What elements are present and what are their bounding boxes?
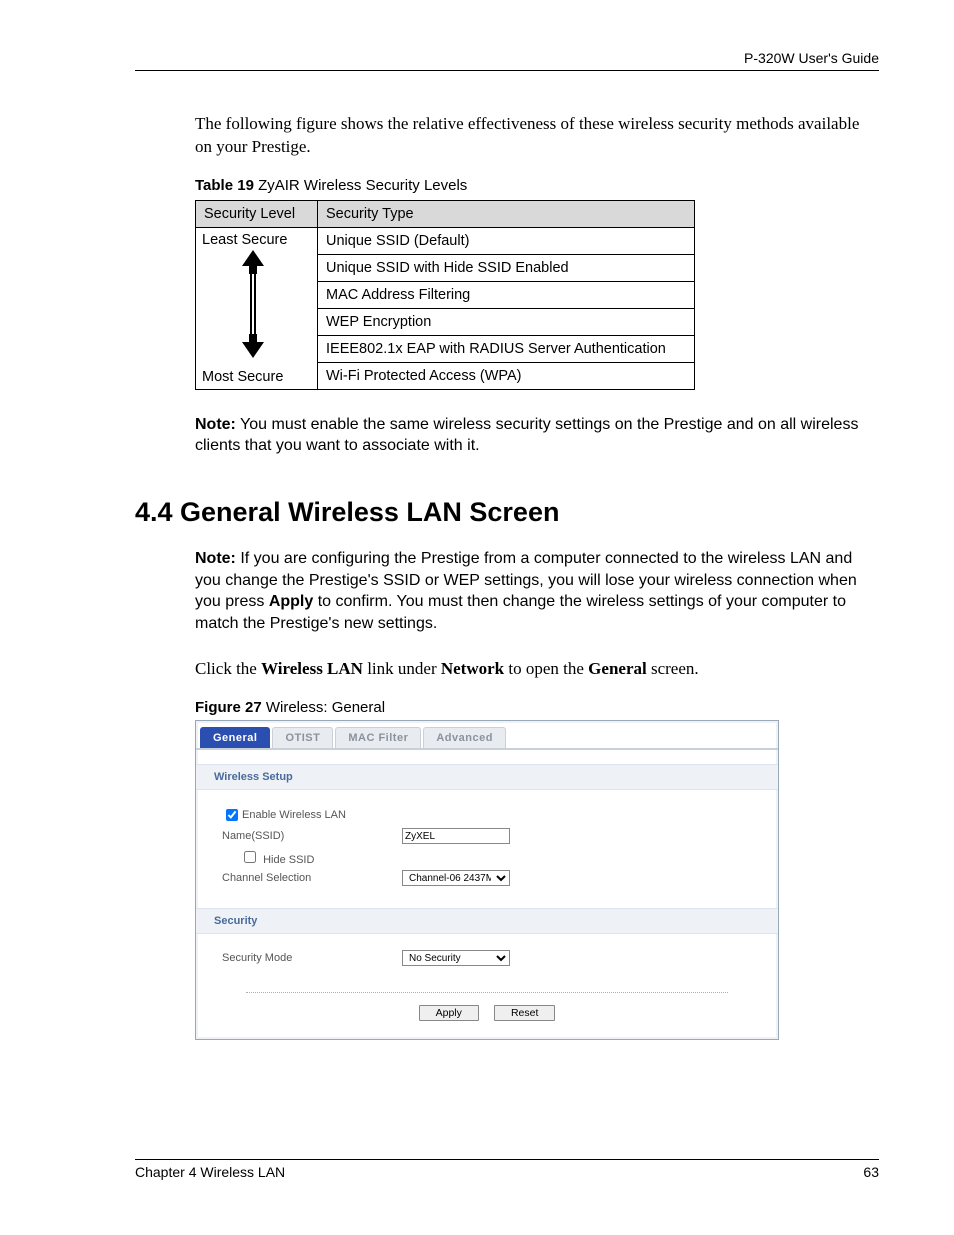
security-mode-label: Security Mode: [222, 952, 402, 964]
tab-general[interactable]: General: [200, 727, 270, 748]
note1-text: You must enable the same wireless securi…: [195, 416, 858, 455]
col-security-level: Security Level: [196, 200, 318, 227]
hide-ssid-checkbox[interactable]: [244, 851, 256, 863]
click-instruction: Click the Wireless LAN link under Networ…: [195, 658, 879, 681]
wireless-setup-header: Wireless Setup: [196, 764, 778, 790]
table-row: IEEE802.1x EAP with RADIUS Server Authen…: [318, 335, 695, 362]
figure27-caption-bold: Figure 27: [195, 699, 262, 716]
page-footer: Chapter 4 Wireless LAN 63: [135, 1159, 879, 1180]
ssid-label: Name(SSID): [222, 830, 402, 842]
enable-wireless-label: Enable Wireless LAN: [242, 809, 346, 821]
table-row: WEP Encryption: [318, 308, 695, 335]
tab-otist[interactable]: OTIST: [272, 727, 333, 748]
note2-apply-bold: Apply: [269, 593, 313, 610]
click-mid2: to open the: [504, 659, 588, 678]
least-secure-label: Least Secure: [202, 232, 287, 248]
click-pre: Click the: [195, 659, 261, 678]
security-header: Security: [196, 908, 778, 934]
note-2: Note: If you are configuring the Prestig…: [195, 548, 879, 634]
apply-button[interactable]: Apply: [419, 1005, 479, 1021]
security-mode-select[interactable]: No Security: [402, 950, 510, 966]
click-b2: Network: [441, 659, 504, 678]
guide-title: P-320W User's Guide: [744, 50, 879, 66]
table19-caption-rest: ZyAIR Wireless Security Levels: [254, 177, 467, 194]
table19-caption-bold: Table 19: [195, 177, 254, 194]
chapter-label: Chapter 4 Wireless LAN: [135, 1164, 285, 1180]
table-row: Unique SSID (Default): [318, 227, 695, 254]
reset-button[interactable]: Reset: [494, 1005, 555, 1021]
col-security-type: Security Type: [318, 200, 695, 227]
click-b1: Wireless LAN: [261, 659, 363, 678]
tab-bar: General OTIST MAC Filter Advanced: [196, 721, 778, 750]
section-4-4-heading: 4.4 General Wireless LAN Screen: [135, 497, 879, 528]
table19-caption: Table 19 ZyAIR Wireless Security Levels: [195, 177, 879, 194]
channel-select[interactable]: Channel-06 2437MHz: [402, 870, 510, 886]
figure27-caption: Figure 27 Wireless: General: [195, 699, 879, 716]
ssid-input[interactable]: [402, 828, 510, 844]
click-mid1: link under: [363, 659, 441, 678]
enable-wireless-checkbox[interactable]: [226, 809, 238, 821]
most-secure-label: Most Secure: [202, 369, 283, 385]
figure27-caption-rest: Wireless: General: [262, 699, 385, 716]
channel-label: Channel Selection: [222, 872, 402, 884]
hide-ssid-label: Hide SSID: [263, 854, 314, 866]
tab-advanced[interactable]: Advanced: [423, 727, 506, 748]
wireless-general-screenshot: General OTIST MAC Filter Advanced Wirele…: [195, 720, 779, 1040]
security-levels-table: Security Level Security Type Least Secur…: [195, 200, 695, 390]
table-row: Wi-Fi Protected Access (WPA): [318, 362, 695, 389]
security-level-range: Least Secure Most Secure: [196, 227, 318, 389]
note1-bold: Note:: [195, 416, 236, 433]
note-1: Note: You must enable the same wireless …: [195, 414, 879, 457]
page-header: P-320W User's Guide: [135, 50, 879, 71]
table-row: Unique SSID with Hide SSID Enabled: [318, 254, 695, 281]
table-row: MAC Address Filtering: [318, 281, 695, 308]
security-arrow-icon: [242, 250, 264, 358]
click-post: screen.: [647, 659, 699, 678]
note2-bold: Note:: [195, 550, 236, 567]
click-b3: General: [588, 659, 647, 678]
intro-paragraph: The following figure shows the relative …: [195, 113, 879, 159]
page-number: 63: [863, 1164, 879, 1180]
separator: [246, 992, 728, 993]
tab-mac-filter[interactable]: MAC Filter: [335, 727, 421, 748]
hide-ssid-wrap: Hide SSID: [222, 848, 402, 866]
